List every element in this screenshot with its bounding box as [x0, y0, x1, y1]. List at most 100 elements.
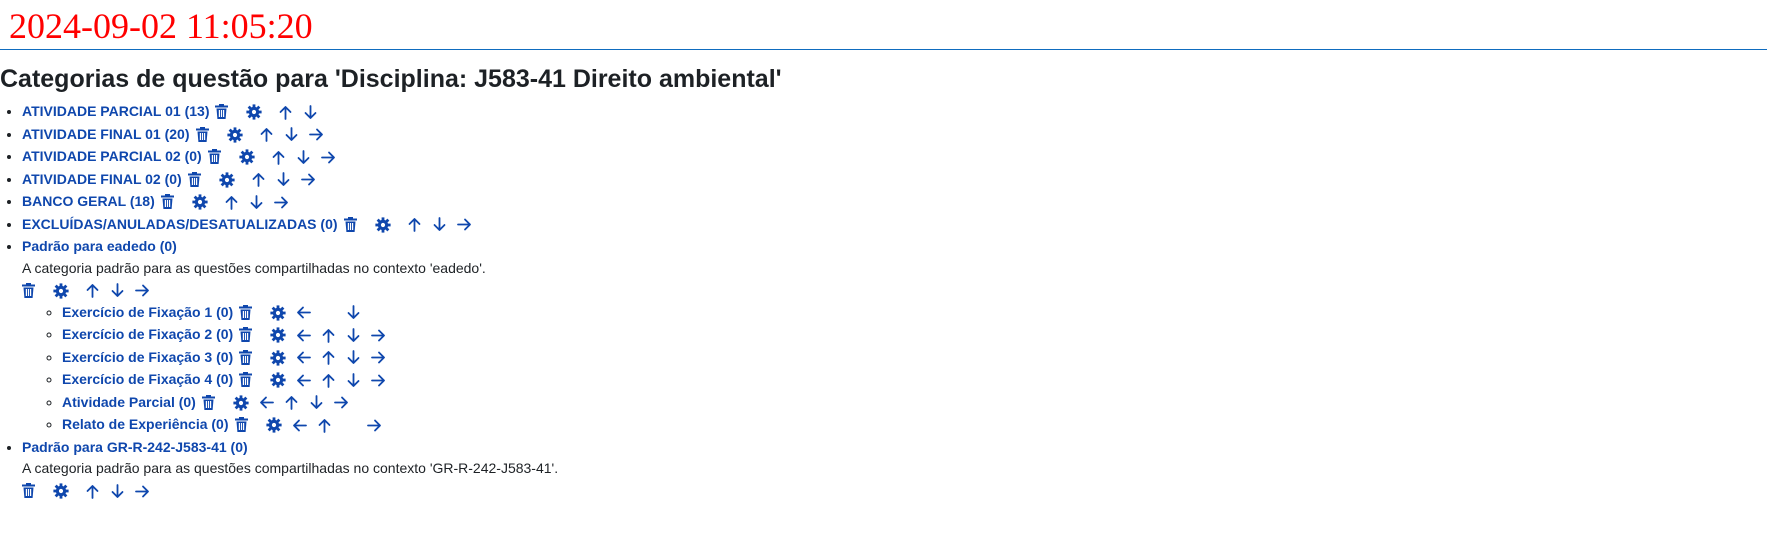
- arrow-left-icon[interactable]: [292, 418, 307, 433]
- arrow-right-icon[interactable]: [300, 172, 316, 187]
- arrow-down-icon[interactable]: [276, 172, 291, 187]
- arrow-up-icon[interactable]: [321, 373, 336, 388]
- arrow-left-icon[interactable]: [296, 328, 312, 343]
- arrow-right-icon[interactable]: [366, 418, 382, 433]
- subcategory-link[interactable]: Atividade Parcial (0): [62, 394, 196, 410]
- gear-icon[interactable]: [219, 172, 235, 188]
- subcategory-item: Exercício de Fixação 1 (0): [62, 301, 1767, 324]
- arrow-down-icon[interactable]: [309, 395, 324, 410]
- gear-icon[interactable]: [265, 417, 282, 433]
- subcategory-item: Exercício de Fixação 2 (0): [62, 323, 1767, 346]
- category-actions: [16, 479, 1767, 501]
- arrow-left-icon[interactable]: [259, 395, 274, 410]
- category-description: A categoria padrão para as questões comp…: [22, 460, 559, 476]
- arrow-right-icon[interactable]: [371, 328, 386, 343]
- subcategory-item: Exercício de Fixação 3 (0): [62, 346, 1767, 369]
- category-link[interactable]: ATIVIDADE FINAL 02 (0): [22, 171, 182, 187]
- trash-icon[interactable]: [343, 216, 359, 233]
- arrow-up-icon[interactable]: [317, 418, 332, 433]
- trash-icon[interactable]: [22, 282, 37, 299]
- category-link[interactable]: Padrão para GR-R-242-J583-41 (0): [22, 439, 248, 455]
- category-item: Padrão para eadedo (0) A categoria padrã…: [22, 235, 1767, 436]
- gear-icon[interactable]: [270, 327, 286, 343]
- arrow-up-icon[interactable]: [224, 195, 239, 210]
- subcategory-link[interactable]: Exercício de Fixação 2 (0): [62, 326, 233, 342]
- gear-icon[interactable]: [53, 483, 69, 499]
- arrow-up-icon[interactable]: [278, 105, 293, 120]
- trash-icon[interactable]: [239, 372, 254, 388]
- subcategory-link[interactable]: Relato de Experiência (0): [62, 416, 229, 432]
- category-item: EXCLUÍDAS/ANULADAS/DESATUALIZADAS (0): [22, 213, 1767, 236]
- trash-icon[interactable]: [239, 327, 254, 343]
- gear-icon[interactable]: [270, 372, 286, 388]
- arrow-up-icon[interactable]: [284, 395, 299, 411]
- arrow-up-icon[interactable]: [407, 217, 422, 233]
- gear-icon[interactable]: [192, 194, 208, 210]
- gear-icon[interactable]: [53, 283, 69, 299]
- arrow-right-icon[interactable]: [456, 217, 472, 232]
- category-item: BANCO GERAL (18): [22, 190, 1767, 213]
- arrow-right-icon[interactable]: [333, 395, 349, 410]
- trash-icon[interactable]: [207, 149, 223, 165]
- arrow-up-icon[interactable]: [271, 150, 286, 165]
- header-divider: [0, 49, 1767, 50]
- arrow-down-icon[interactable]: [346, 305, 361, 320]
- arrow-down-icon[interactable]: [346, 372, 361, 388]
- arrow-right-icon[interactable]: [135, 283, 150, 298]
- arrow-right-icon[interactable]: [135, 484, 150, 499]
- trash-icon[interactable]: [234, 417, 250, 433]
- page-title: Categorias de questão para 'Disciplina: …: [0, 65, 782, 93]
- subcategory-link[interactable]: Exercício de Fixação 3 (0): [62, 349, 233, 365]
- arrow-right-icon[interactable]: [320, 150, 336, 165]
- category-link[interactable]: EXCLUÍDAS/ANULADAS/DESATUALIZADAS (0): [22, 216, 338, 232]
- arrow-down-icon[interactable]: [110, 283, 125, 298]
- category-item: ATIVIDADE FINAL 02 (0): [22, 168, 1767, 191]
- subcategory-item: Exercício de Fixação 4 (0): [62, 368, 1767, 391]
- trash-icon[interactable]: [239, 304, 254, 321]
- subcategory-link[interactable]: Exercício de Fixação 4 (0): [62, 371, 233, 387]
- arrow-down-icon[interactable]: [284, 127, 299, 142]
- arrow-right-icon[interactable]: [371, 350, 386, 365]
- category-link[interactable]: BANCO GERAL (18): [22, 193, 155, 209]
- gear-icon[interactable]: [374, 217, 391, 233]
- arrow-right-icon[interactable]: [273, 195, 289, 210]
- trash-icon[interactable]: [187, 171, 203, 188]
- category-description: A categoria padrão para as questões comp…: [22, 259, 486, 276]
- category-link[interactable]: ATIVIDADE FINAL 01 (20): [22, 126, 190, 142]
- arrow-up-icon[interactable]: [85, 484, 100, 499]
- arrow-down-icon[interactable]: [432, 217, 447, 232]
- arrow-left-icon[interactable]: [296, 305, 312, 320]
- gear-icon[interactable]: [226, 127, 243, 143]
- arrow-up-icon[interactable]: [85, 283, 100, 299]
- category-link[interactable]: Padrão para eadedo (0): [22, 238, 177, 254]
- trash-icon[interactable]: [22, 483, 37, 499]
- subcategory-link[interactable]: Exercício de Fixação 1 (0): [62, 304, 233, 320]
- arrow-down-icon[interactable]: [346, 327, 361, 343]
- category-link[interactable]: ATIVIDADE PARCIAL 01 (13): [22, 103, 209, 119]
- trash-icon[interactable]: [201, 394, 217, 411]
- arrow-right-icon[interactable]: [371, 373, 386, 388]
- gear-icon[interactable]: [270, 305, 286, 321]
- trash-icon[interactable]: [239, 349, 254, 366]
- gear-icon[interactable]: [270, 350, 286, 366]
- trash-icon[interactable]: [195, 126, 211, 143]
- trash-icon[interactable]: [215, 104, 230, 120]
- arrow-down-icon[interactable]: [346, 350, 361, 365]
- gear-icon[interactable]: [246, 104, 263, 120]
- arrow-up-icon[interactable]: [321, 350, 336, 366]
- arrow-left-icon[interactable]: [296, 373, 312, 388]
- trash-icon[interactable]: [160, 194, 176, 210]
- arrow-down-icon[interactable]: [249, 194, 264, 210]
- arrow-up-icon[interactable]: [251, 172, 266, 188]
- category-link[interactable]: ATIVIDADE PARCIAL 02 (0): [22, 148, 202, 164]
- gear-icon[interactable]: [239, 149, 255, 165]
- arrow-down-icon[interactable]: [303, 104, 318, 120]
- arrow-right-icon[interactable]: [308, 127, 324, 142]
- arrow-left-icon[interactable]: [296, 350, 312, 365]
- arrow-down-icon[interactable]: [296, 149, 311, 165]
- arrow-up-icon[interactable]: [259, 127, 274, 143]
- arrow-up-icon[interactable]: [321, 328, 336, 343]
- arrow-down-icon[interactable]: [110, 483, 125, 499]
- subcategory-list: Exercício de Fixação 1 (0) Exercício de …: [22, 301, 1767, 436]
- gear-icon[interactable]: [233, 395, 249, 411]
